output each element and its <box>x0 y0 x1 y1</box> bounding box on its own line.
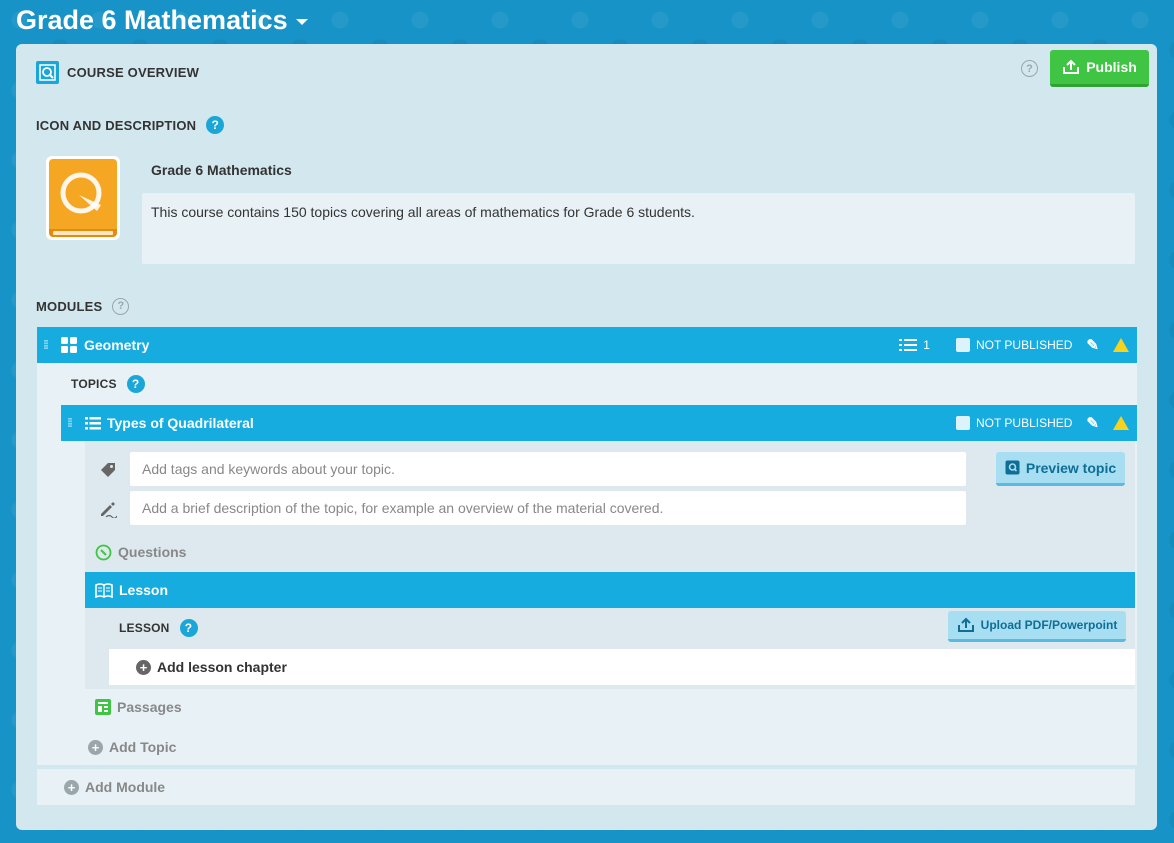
modules-label: MODULES <box>36 298 103 314</box>
topic-description-input[interactable]: Add a brief description of the topic, fo… <box>130 491 966 525</box>
course-overview-label: COURSE OVERVIEW <box>67 64 200 80</box>
pen-writing-icon <box>99 500 118 523</box>
lesson-section-label: LESSON <box>119 621 170 635</box>
preview-topic-button[interactable]: Preview topic <box>996 452 1125 486</box>
pencil-icon[interactable]: ✎ <box>1086 336 1099 354</box>
publish-button[interactable]: Publish <box>1050 50 1149 87</box>
list-icon <box>899 339 918 351</box>
preview-icon <box>1005 460 1020 475</box>
topic-tags-input[interactable]: Add tags and keywords about your topic. <box>130 452 966 486</box>
topic-description-placeholder: Add a brief description of the topic, fo… <box>142 500 664 516</box>
list-icon <box>85 417 101 430</box>
topic-status: NOT PUBLISHED <box>955 416 1073 430</box>
lesson-label: Lesson <box>119 582 169 598</box>
passages-label: Passages <box>117 699 182 715</box>
tag-icon <box>100 462 116 481</box>
icon-description-label: ICON AND DESCRIPTION <box>36 117 197 133</box>
publish-status-icon <box>955 416 970 430</box>
drag-handle-icon[interactable]: ⁞⁞ <box>67 416 81 430</box>
course-name: Grade 6 Mathematics <box>151 162 292 178</box>
preview-topic-label: Preview topic <box>1025 459 1117 476</box>
course-panel: COURSE OVERVIEW ? Publish ICON AND DESCR… <box>16 44 1157 830</box>
topic-name: Types of Quadrilateral <box>107 415 254 431</box>
add-module-button[interactable]: + Add Module <box>37 769 1135 805</box>
passages-item[interactable]: Passages <box>85 689 1135 725</box>
pencil-icon[interactable]: ✎ <box>1086 414 1099 432</box>
lesson-help-icon[interactable]: ? <box>179 619 198 637</box>
upload-icon <box>957 617 974 632</box>
add-module-label: Add Module <box>85 779 166 795</box>
topic-count: 1 <box>899 338 930 352</box>
modules-help-icon[interactable]: ? <box>112 297 130 315</box>
plus-circle-icon: + <box>88 739 103 755</box>
course-description-text: This course contains 150 topics covering… <box>151 204 695 220</box>
lesson-bar[interactable]: Lesson <box>85 572 1135 608</box>
publish-status-icon <box>955 338 970 352</box>
course-title-dropdown[interactable]: Grade 6 Mathematics <box>16 2 308 38</box>
questions-label: Questions <box>118 544 187 560</box>
open-book-icon <box>95 582 113 598</box>
lesson-section: LESSON ? <box>119 618 198 638</box>
add-topic-label: Add Topic <box>109 739 177 755</box>
warning-icon[interactable] <box>1113 338 1129 352</box>
topics-section: TOPICS ? <box>71 374 145 394</box>
icon-description-section: ICON AND DESCRIPTION ? <box>36 115 225 135</box>
warning-icon[interactable] <box>1113 416 1129 430</box>
modules-section: MODULES ? <box>36 296 130 316</box>
topic-count-value: 1 <box>923 338 930 352</box>
course-book-icon[interactable] <box>46 156 120 240</box>
topic-status-label: NOT PUBLISHED <box>975 416 1073 430</box>
topics-label: TOPICS <box>71 377 117 391</box>
chevron-down-icon <box>295 19 308 25</box>
topic-tags-placeholder: Add tags and keywords about your topic. <box>142 461 395 477</box>
module-status-label: NOT PUBLISHED <box>975 338 1073 352</box>
plus-circle-icon: + <box>64 779 79 795</box>
overview-help-icon[interactable]: ? <box>1021 60 1038 77</box>
publish-label: Publish <box>1086 59 1137 75</box>
document-icon <box>95 699 111 715</box>
course-title: Grade 6 Mathematics <box>16 4 288 35</box>
add-topic-button[interactable]: + Add Topic <box>61 729 1135 765</box>
grid-icon <box>61 337 77 353</box>
question-magnifier-icon <box>95 544 112 560</box>
module-name: Geometry <box>84 337 150 353</box>
add-lesson-chapter-button[interactable]: + Add lesson chapter <box>109 649 1135 685</box>
course-description[interactable]: This course contains 150 topics covering… <box>142 193 1135 264</box>
upload-pdf-label: Upload PDF/Powerpoint <box>980 618 1118 632</box>
add-lesson-chapter-label: Add lesson chapter <box>157 659 287 675</box>
drag-handle-icon[interactable]: ⁞⁞ <box>43 338 57 352</box>
module-status: NOT PUBLISHED <box>955 338 1073 352</box>
magnifier-app-icon <box>36 60 59 84</box>
module-bar-geometry[interactable]: ⁞⁞ Geometry 1 NOT PUBLISHED ✎ <box>37 327 1137 363</box>
questions-item[interactable]: Questions <box>95 542 186 562</box>
upload-icon <box>1063 59 1080 74</box>
topics-help-icon[interactable]: ? <box>126 375 145 393</box>
upload-pdf-button[interactable]: Upload PDF/Powerpoint <box>948 611 1126 642</box>
course-overview-header: COURSE OVERVIEW <box>36 59 199 85</box>
icon-description-help-icon[interactable]: ? <box>206 116 225 134</box>
plus-circle-icon: + <box>136 659 151 675</box>
topic-bar-types-of-quadrilateral[interactable]: ⁞⁞ Types of Quadrilateral NOT PUBLISHED … <box>61 405 1137 441</box>
